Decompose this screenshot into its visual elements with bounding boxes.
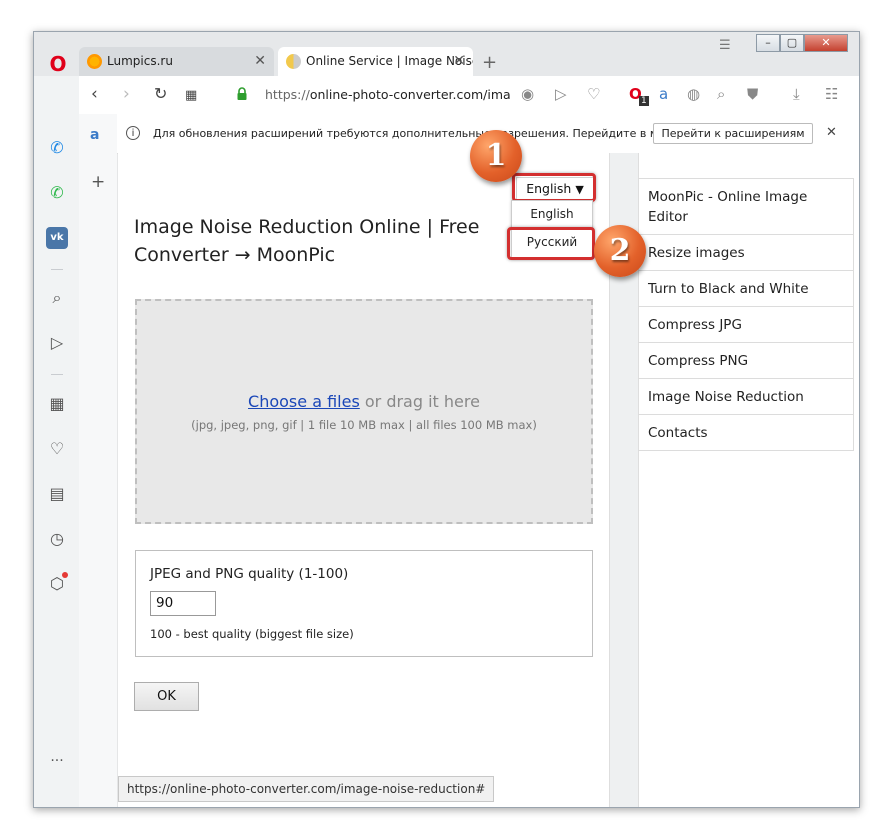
ok-button[interactable]: OK [134,682,199,711]
quality-input[interactable]: 90 [150,591,216,616]
quality-hint: 100 - best quality (biggest file size) [150,627,354,641]
tab-online-service[interactable]: Online Service | Image Noise ✕ [278,47,473,76]
notification-dot [62,572,68,578]
globe-icon[interactable]: ◍ [687,86,700,102]
dropzone-text: Choose a files or drag it here [248,392,480,411]
menu-item-compress-jpg[interactable]: Compress JPG [638,307,854,343]
camera-icon[interactable]: ◉ [521,86,534,102]
close-notification-icon[interactable]: ✕ [826,125,837,140]
lock-icon [237,87,247,100]
menu-top-spacer [638,153,854,179]
close-window-button[interactable]: ✕ [804,34,848,52]
menu-item-moonpic[interactable]: MoonPic - Online Image Editor [638,179,854,235]
info-icon: i [126,126,140,140]
minimize-button[interactable]: – [756,34,780,52]
page-content: Image Noise Reduction Online | Free Conv… [118,153,859,807]
language-option-english[interactable]: English [512,201,592,229]
extension-column: a + [79,114,118,807]
browser-window: O Lumpics.ru ✕ Online Service | Image No… [33,31,860,808]
menu-item-black-white[interactable]: Turn to Black and White [638,271,854,307]
page-title: Image Noise Reduction Online | Free Conv… [134,216,480,266]
tab-bar: O Lumpics.ru ✕ Online Service | Image No… [34,32,859,76]
go-to-extensions-button[interactable]: Перейти к расширениям [653,123,813,144]
shield-icon[interactable]: ⛊ [747,86,758,102]
sidebar: ✆ ✆ vk ⌕ ▷ ▦ ♡ ▤ ◷ ⬡ ··· [34,114,80,807]
notification-text: Для обновления расширений требуются допо… [153,127,676,140]
history-icon[interactable]: ◷ [46,528,68,550]
tab-lumpics[interactable]: Lumpics.ru ✕ [79,47,274,76]
moon-favicon-icon [286,54,301,69]
forward-icon[interactable]: › [123,84,130,104]
tab-close-icon[interactable]: ✕ [254,47,266,76]
status-bar-url: https://online-photo-converter.com/image… [118,776,495,802]
download-icon[interactable]: ⤓ [793,86,800,102]
search-icon[interactable]: ⌕ [46,287,68,309]
sidebar-divider [51,269,63,270]
menu-item-contacts[interactable]: Contacts [638,415,854,451]
heart-icon[interactable]: ♡ [587,86,600,102]
maximize-button[interactable]: ▢ [780,34,804,52]
vk-icon[interactable]: vk [46,227,68,249]
choose-files-link[interactable]: Choose a files [248,392,360,411]
adblock-count-badge: 1 [639,96,649,106]
reload-icon[interactable]: ↻ [154,84,167,104]
back-icon[interactable]: ‹ [91,84,98,104]
magnifier-icon[interactable]: ⌕ [717,86,725,102]
heart-icon[interactable]: ♡ [46,438,68,460]
step-badge-1: 1 [470,130,522,182]
menu-item-resize[interactable]: Resize images [638,235,854,271]
send-icon[interactable]: ▷ [555,86,567,102]
highlight-language-select [512,173,596,202]
speed-dial-icon[interactable]: ▦ [46,393,68,415]
add-extension-icon[interactable]: + [91,172,105,192]
highlight-russian-option [507,227,595,260]
news-icon[interactable]: ▤ [46,483,68,505]
sidebar-divider [51,374,63,375]
dropzone-formats: (jpg, jpeg, png, gif | 1 file 10 MB max … [191,418,537,432]
menu-item-noise-reduction[interactable]: Image Noise Reduction [638,379,854,415]
step-badge-2: 2 [594,225,646,277]
translate-extension-icon[interactable]: a [90,127,99,143]
sun-favicon-icon [87,54,102,69]
send-icon[interactable]: ▷ [46,332,68,354]
right-menu: MoonPic - Online Image Editor Resize ima… [638,153,854,451]
quality-label: JPEG and PNG quality (1-100) [150,566,349,582]
more-icon[interactable]: ··· [46,750,68,772]
new-tab-button[interactable]: + [482,52,497,73]
tabs-grid-icon[interactable]: ▦ [185,86,197,106]
tab-title: Lumpics.ru [107,54,173,68]
opera-logo[interactable]: O [48,54,68,74]
tab-menu-icon[interactable]: ☰ [719,38,731,53]
url-field[interactable]: https://online-photo-converter.com/ima [265,87,511,102]
tab-title: Online Service | Image Noise [306,54,473,68]
menu-item-compress-png[interactable]: Compress PNG [638,343,854,379]
address-bar: ‹ › ↻ ▦ https://online-photo-converter.c… [79,76,859,115]
tab-close-icon[interactable]: ✕ [453,47,465,76]
messenger-icon[interactable]: ✆ [46,137,68,159]
quality-box: JPEG and PNG quality (1-100) 90 100 - be… [135,550,593,657]
translate-icon[interactable]: a [659,86,668,102]
file-dropzone[interactable]: Choose a files or drag it here (jpg, jpe… [135,299,593,524]
settings-sliders-icon[interactable]: ☷ [825,86,838,102]
whatsapp-icon[interactable]: ✆ [46,182,68,204]
